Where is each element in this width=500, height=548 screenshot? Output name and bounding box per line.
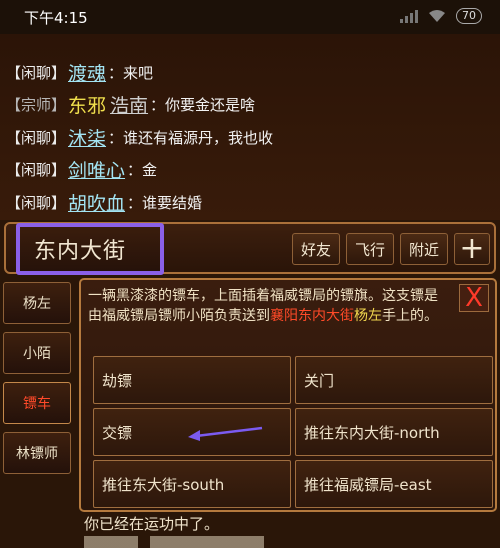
cut-off-text [84,536,384,548]
side-tab-yangzuo[interactable]: 杨左 [3,282,71,324]
signal-icon [400,9,418,23]
desc-location-link[interactable]: 襄阳东内大街 [270,308,354,324]
desc-text-end: 手上的。 [382,308,438,324]
push-south-button[interactable]: 推往东大街-south [93,460,291,508]
desc-name-link[interactable]: 杨左 [354,308,382,324]
chat-player-link[interactable]: 胡吹血 [68,189,125,216]
push-north-button[interactable]: 推往东内大街-north [295,408,493,456]
chat-message: ：来吧 [108,63,154,82]
battery-level: 70 [462,9,476,22]
chat-channel: 【宗师】 [6,96,67,115]
chat-line: 【闲聊】 沐柒 ：谁还有福源丹，我也收 [0,121,500,154]
chat-player-link[interactable]: 剑唯心 [68,156,125,183]
chat-line: 【宗师】 东邪 浩南 ：你要金还是啥 [0,89,500,122]
friends-button[interactable]: 好友 [292,233,340,265]
chat-channel: 【闲聊】 [6,193,67,212]
close-button[interactable]: X [459,284,489,312]
push-east-button[interactable]: 推往福威镖局-east [295,460,493,508]
chat-message: ：谁要结婚 [127,193,203,212]
chat-player-link[interactable]: 浩南 [110,91,148,118]
chat-channel: 【闲聊】 [6,128,67,147]
nearby-button[interactable]: 附近 [400,233,448,265]
chat-line: 【闲聊】 胡吹血 ：谁要结婚 [0,186,500,219]
side-tab-xiaomo[interactable]: 小陌 [3,332,71,374]
close-icon: X [465,283,483,313]
status-bar: 下午4:15 70 [0,0,500,34]
location-name[interactable]: 东内大街 [16,223,164,275]
status-icons: 70 [400,8,482,24]
chat-line: 【闲聊】 剑唯心 ：金 [0,154,500,187]
chat-panel[interactable]: 【闲聊】 渡魂 ：来吧 【宗师】 东邪 浩南 ：你要金还是啥 【闲聊】 沐柒 ：… [0,34,500,220]
battery-icon: 70 [456,8,482,24]
chat-message: ：谁还有福源丹，我也收 [108,128,274,147]
chat-channel: 【闲聊】 [6,161,67,180]
add-button[interactable]: + [454,233,490,265]
plus-icon: + [459,231,485,266]
side-tab-linbiaoshi[interactable]: 林镖师 [3,432,71,474]
wifi-icon [428,9,446,23]
chat-message: ：你要金还是啥 [150,96,256,115]
rob-escort-button[interactable]: 劫镖 [93,356,291,404]
chat-player-link[interactable]: 沐柒 [68,124,106,151]
status-time: 下午4:15 [24,8,88,27]
chat-message: ：金 [127,161,158,180]
chat-line: 【闲聊】 渡魂 ：来吧 [0,56,500,89]
fly-button[interactable]: 飞行 [346,233,394,265]
chat-player-link[interactable]: 渡魂 [68,59,106,86]
chat-channel: 【闲聊】 [6,63,67,82]
dialog-description: 一辆黑漆漆的镖车，上面插着福威镖局的镖旗。这支镖是由福威镖局镖师小陌负责送到襄阳… [88,286,485,326]
close-door-button[interactable]: 关门 [295,356,493,404]
annotation-arrow-icon [188,426,263,441]
chat-player-title: 东邪 [68,95,107,118]
location-bar: 东内大街 好友 飞行 附近 + [4,222,496,275]
side-tab-biaoche[interactable]: 镖车 [3,382,71,424]
system-message: 你已经在运功中了。 [84,515,220,533]
